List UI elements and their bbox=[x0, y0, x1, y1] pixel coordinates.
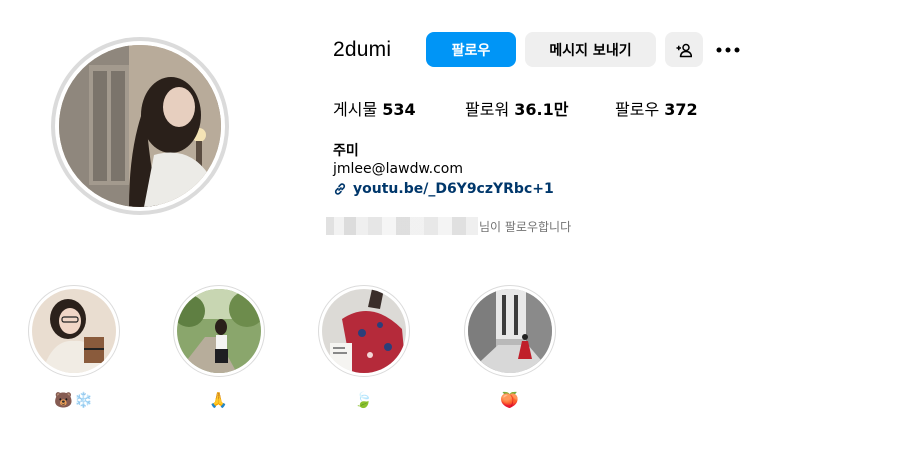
follow-button[interactable]: 팔로우 bbox=[426, 32, 516, 67]
highlight-label: 🐻❄️ bbox=[54, 391, 94, 409]
highlight-cover bbox=[177, 289, 261, 373]
highlight-label: 🍑 bbox=[500, 391, 520, 409]
stat-following[interactable]: 팔로우 372 bbox=[615, 96, 698, 120]
highlight-cover-image bbox=[177, 289, 261, 373]
story-highlight[interactable]: 🙏 bbox=[173, 285, 265, 410]
stat-followers[interactable]: 팔로워 36.1만 bbox=[465, 96, 568, 120]
highlight-cover-image bbox=[322, 289, 406, 373]
highlight-ring bbox=[464, 285, 556, 377]
avatar-photo-illustration bbox=[59, 45, 221, 207]
avatar-photo bbox=[59, 45, 221, 207]
highlight-cover-image bbox=[32, 289, 116, 373]
stat-followers-count: 36.1만 bbox=[514, 100, 569, 119]
highlight-ring bbox=[173, 285, 265, 377]
more-options-button[interactable] bbox=[713, 38, 743, 62]
blurred-follower-names bbox=[326, 217, 478, 235]
profile-username: 2dumi bbox=[333, 38, 392, 61]
suggested-accounts-button[interactable] bbox=[665, 32, 703, 67]
highlight-label: 🍃 bbox=[354, 391, 374, 409]
profile-avatar[interactable] bbox=[51, 37, 229, 215]
send-message-button[interactable]: 메시지 보내기 bbox=[525, 32, 656, 67]
stat-posts: 게시물 534 bbox=[333, 96, 416, 120]
stat-posts-label: 게시물 bbox=[333, 100, 378, 119]
stat-posts-count: 534 bbox=[382, 100, 416, 119]
profile-link-text: youtu.be/_D6Y9czYRbc+1 bbox=[353, 181, 554, 197]
highlight-cover bbox=[32, 289, 116, 373]
highlight-cover-image bbox=[468, 289, 552, 373]
profile-link[interactable]: youtu.be/_D6Y9czYRbc+1 bbox=[333, 181, 554, 197]
story-highlight[interactable]: 🍃 bbox=[318, 285, 410, 410]
link-icon bbox=[334, 183, 346, 195]
person-add-icon bbox=[676, 43, 692, 57]
stat-followers-label: 팔로워 bbox=[465, 100, 510, 119]
profile-full-name: 주미 bbox=[333, 143, 359, 159]
highlight-ring bbox=[28, 285, 120, 377]
highlight-cover bbox=[322, 289, 406, 373]
story-highlight[interactable]: 🐻❄️ bbox=[28, 285, 120, 410]
stat-following-count: 372 bbox=[664, 100, 698, 119]
story-highlight[interactable]: 🍑 bbox=[464, 285, 556, 410]
avatar-inner-ring bbox=[55, 41, 225, 211]
mutual-followers[interactable]: 님이 팔로우합니다 bbox=[326, 216, 571, 236]
more-horizontal-icon bbox=[716, 47, 740, 53]
highlight-cover bbox=[468, 289, 552, 373]
stat-following-label: 팔로우 bbox=[615, 100, 660, 119]
highlight-label: 🙏 bbox=[209, 391, 229, 409]
profile-email: jmlee@lawdw.com bbox=[333, 161, 463, 177]
highlight-ring bbox=[318, 285, 410, 377]
mutual-followers-text: 님이 팔로우합니다 bbox=[479, 219, 572, 234]
